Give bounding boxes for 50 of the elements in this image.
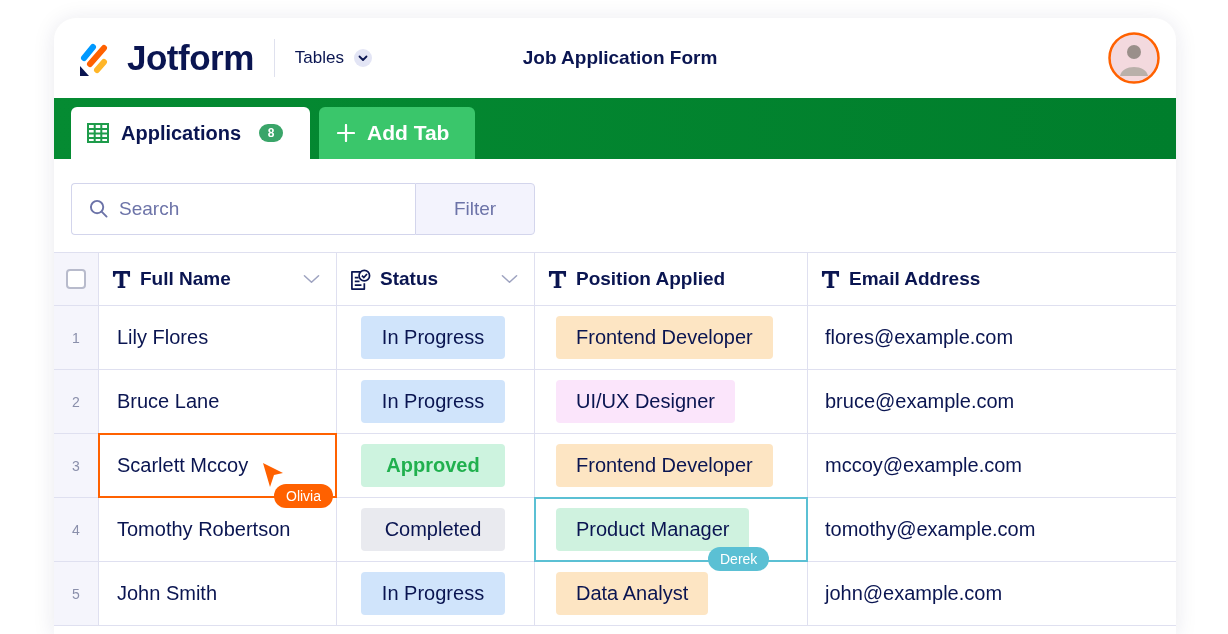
position-tag[interactable]: UI/UX Designer [556,380,735,423]
collaborator-label: Olivia [274,484,333,508]
row-number: 4 [72,521,80,538]
column-header: Full Name [140,268,231,290]
status-tag[interactable]: In Progress [361,316,505,359]
column-header: Email Address [849,268,981,290]
plus-icon [337,124,355,142]
count-badge: 8 [259,124,283,142]
select-all-checkbox[interactable] [66,269,86,289]
text-type-icon [112,269,131,289]
filter-button[interactable]: Filter [415,183,535,235]
chevron-down-icon [353,49,372,67]
row-number: 2 [72,393,80,410]
email-text: mccoy@example.com [824,454,1023,477]
full-name-text: Bruce Lane [116,390,220,413]
email-text: john@example.com [823,582,1003,605]
logo-icon [80,42,110,76]
avatar-icon[interactable] [1108,32,1160,84]
full-name-text: Scarlett Mccoy [116,454,249,477]
form-title: Job Application Form [522,47,718,69]
email-text: flores@example.com [824,326,1014,349]
chevron-down-icon[interactable] [303,274,320,284]
text-type-icon [821,269,840,289]
table-grid-icon [87,123,109,143]
applications-tab[interactable]: Applications 8 [71,107,310,159]
collaborator-label: Derek [708,547,770,571]
email-text: tomothy@example.com [824,518,1036,541]
position-tag[interactable]: Frontend Developer [556,444,773,487]
row-number: 3 [72,457,80,474]
text-type-icon [548,269,567,289]
tables-menu-button[interactable]: Tables [294,48,372,68]
column-header: Status [380,268,439,290]
column-header: Position Applied [576,268,726,290]
status-tag[interactable]: Completed [361,508,505,551]
email-text: bruce@example.com [824,390,1015,413]
full-name-text: John Smith [116,582,218,605]
search-icon [89,199,108,218]
row-number: 1 [72,329,80,346]
status-tag[interactable]: In Progress [361,572,505,615]
full-name-text: Tomothy Robertson [116,518,291,541]
status-tag[interactable]: In Progress [361,380,505,423]
clipboard-check-icon [350,268,371,290]
search-field[interactable]: Search [71,183,415,235]
position-tag[interactable]: Product Manager [556,508,750,551]
position-tag[interactable]: Frontend Developer [556,316,773,359]
row-number: 5 [72,585,80,602]
position-tag[interactable]: Data Analyst [556,572,709,615]
chevron-down-icon[interactable] [501,274,518,284]
brand-name: Jotform [127,38,254,78]
full-name-text: Lily Flores [116,326,209,349]
